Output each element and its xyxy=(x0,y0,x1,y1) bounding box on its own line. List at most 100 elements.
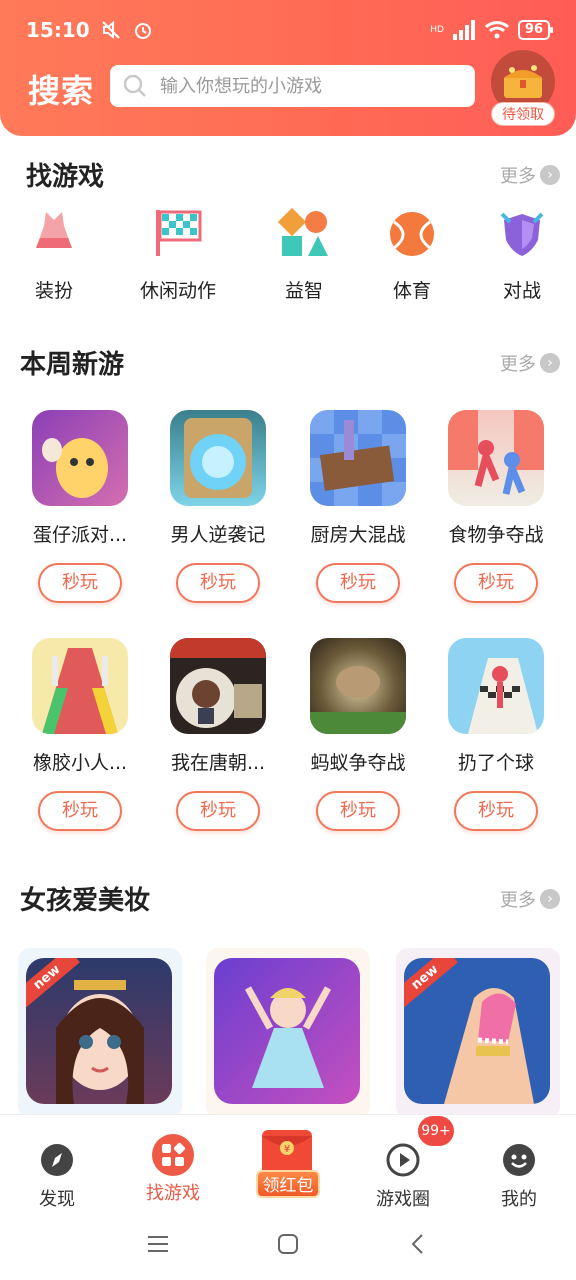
nav-label: 找游戏 xyxy=(146,1183,200,1204)
game-card[interactable] xyxy=(206,948,370,1118)
play-button[interactable]: 秒玩 xyxy=(454,791,538,831)
nav-item-me[interactable]: 我的 xyxy=(474,1143,564,1211)
ball-icon xyxy=(390,212,434,256)
more-link-weekly[interactable]: 更多 › xyxy=(500,350,560,376)
game-thumbnail: new xyxy=(404,958,550,1104)
alarm-icon xyxy=(134,23,151,39)
red-packet-label[interactable]: 领红包 xyxy=(256,1170,320,1198)
nav-label: 游戏圈 xyxy=(376,1189,430,1210)
nav-label: 发现 xyxy=(39,1189,75,1210)
shield-icon xyxy=(500,212,544,256)
game-thumbnail xyxy=(170,410,266,506)
play-button[interactable]: 秒玩 xyxy=(316,791,400,831)
game-name: 蛋仔派对... xyxy=(32,524,128,546)
game-card[interactable]: new xyxy=(18,948,182,1118)
game-card[interactable]: new xyxy=(396,948,560,1118)
gift-label: 待领取 xyxy=(491,102,555,126)
game-thumbnail xyxy=(170,638,266,734)
compass-icon xyxy=(41,1144,73,1176)
category-item-dressup[interactable]: 装扮 xyxy=(4,208,104,303)
hd-indicator: HD xyxy=(430,25,444,35)
chevron-right-icon: › xyxy=(540,165,560,185)
nav-item-discover[interactable]: 发现 xyxy=(12,1143,102,1211)
svg-text:¥: ¥ xyxy=(284,1144,290,1155)
search-bar[interactable] xyxy=(110,65,475,107)
game-name: 蚂蚁争夺战 xyxy=(310,752,406,774)
game-name: 扔了个球 xyxy=(457,752,534,774)
game-card[interactable]: 我在唐朝... 秒玩 xyxy=(148,638,288,831)
category-item-casual[interactable]: 休闲动作 xyxy=(128,208,228,303)
play-button[interactable]: 秒玩 xyxy=(316,563,400,603)
more-label: 更多 xyxy=(500,166,536,187)
game-thumbnail xyxy=(448,638,544,734)
category-label: 益智 xyxy=(284,280,323,302)
grid-icon xyxy=(152,1134,194,1176)
chevron-right-icon: › xyxy=(540,889,560,909)
more-link-girls[interactable]: 更多 › xyxy=(500,886,560,912)
nav-item-find-games[interactable]: 找游戏 xyxy=(128,1133,218,1205)
game-name: 我在唐朝... xyxy=(170,752,266,774)
status-time: 15:10 xyxy=(26,18,90,42)
more-label: 更多 xyxy=(500,890,536,911)
header: 15:10 HD 96 搜索 待领取 xyxy=(0,0,576,136)
smiley-icon xyxy=(503,1144,535,1176)
dress-icon xyxy=(36,212,72,248)
checkered-flag-icon xyxy=(156,210,202,256)
category-label: 体育 xyxy=(392,280,431,302)
play-button[interactable]: 秒玩 xyxy=(454,563,538,603)
game-card[interactable]: 男人逆袭记 秒玩 xyxy=(148,410,288,603)
category-item-puzzle[interactable]: 益智 xyxy=(254,207,354,303)
play-button[interactable]: 秒玩 xyxy=(38,791,122,831)
game-name: 橡胶小人... xyxy=(32,752,128,774)
play-button[interactable]: 秒玩 xyxy=(176,791,260,831)
search-input[interactable] xyxy=(160,75,440,97)
category-item-battle[interactable]: 对战 xyxy=(472,208,572,303)
battery-indicator: 96 xyxy=(517,20,554,40)
section-title-girls: 女孩爱美妆 xyxy=(20,886,151,916)
status-bar: 15:10 HD 96 xyxy=(26,14,554,46)
chevron-right-icon: › xyxy=(540,353,560,373)
game-thumbnail xyxy=(214,958,360,1104)
nav-label: 我的 xyxy=(501,1189,537,1210)
game-card[interactable]: 食物争夺战 秒玩 xyxy=(426,410,566,603)
game-card[interactable]: 厨房大混战 秒玩 xyxy=(288,410,428,603)
game-thumbnail xyxy=(32,410,128,506)
category-label: 装扮 xyxy=(34,280,73,302)
more-link-find[interactable]: 更多 › xyxy=(500,162,560,188)
game-thumbnail xyxy=(448,410,544,506)
game-thumbnail xyxy=(310,638,406,734)
section-title-find: 找游戏 xyxy=(26,162,105,192)
mute-icon xyxy=(101,20,120,40)
game-card[interactable]: 橡胶小人... 秒玩 xyxy=(10,638,150,831)
play-button[interactable]: 秒玩 xyxy=(176,563,260,603)
back-icon[interactable] xyxy=(406,1232,430,1256)
page-title: 搜索 xyxy=(28,72,95,110)
nav-item-game-circle[interactable]: 游戏圈 xyxy=(358,1143,448,1211)
play-button[interactable]: 秒玩 xyxy=(38,563,122,603)
shapes-icon xyxy=(277,207,328,256)
play-circle-icon xyxy=(386,1143,420,1177)
signal-icon xyxy=(452,20,475,40)
section-title-weekly: 本周新游 xyxy=(20,350,125,380)
gift-button[interactable]: 待领取 xyxy=(490,50,556,126)
game-name: 厨房大混战 xyxy=(310,524,406,546)
game-card[interactable]: 扔了个球 秒玩 xyxy=(426,638,566,831)
home-icon[interactable] xyxy=(276,1232,300,1256)
more-label: 更多 xyxy=(500,354,536,375)
search-icon xyxy=(123,74,146,97)
game-card[interactable]: 蛋仔派对... 秒玩 xyxy=(10,410,150,603)
game-name: 食物争夺战 xyxy=(448,524,544,546)
category-label: 对战 xyxy=(502,280,541,302)
notification-badge: 99+ xyxy=(418,1116,454,1146)
system-nav-bar xyxy=(0,1210,576,1280)
game-thumbnail xyxy=(310,410,406,506)
wifi-icon xyxy=(484,21,509,39)
game-card[interactable]: 蚂蚁争夺战 秒玩 xyxy=(288,638,428,831)
game-thumbnail: new xyxy=(26,958,172,1104)
category-label: 休闲动作 xyxy=(139,280,216,302)
game-name: 男人逆袭记 xyxy=(170,524,266,546)
category-row: 装扮 休闲动作 益智 体育 对战 xyxy=(0,207,576,308)
category-item-sports[interactable]: 体育 xyxy=(362,208,462,303)
menu-icon[interactable] xyxy=(146,1232,170,1256)
game-thumbnail xyxy=(32,638,128,734)
